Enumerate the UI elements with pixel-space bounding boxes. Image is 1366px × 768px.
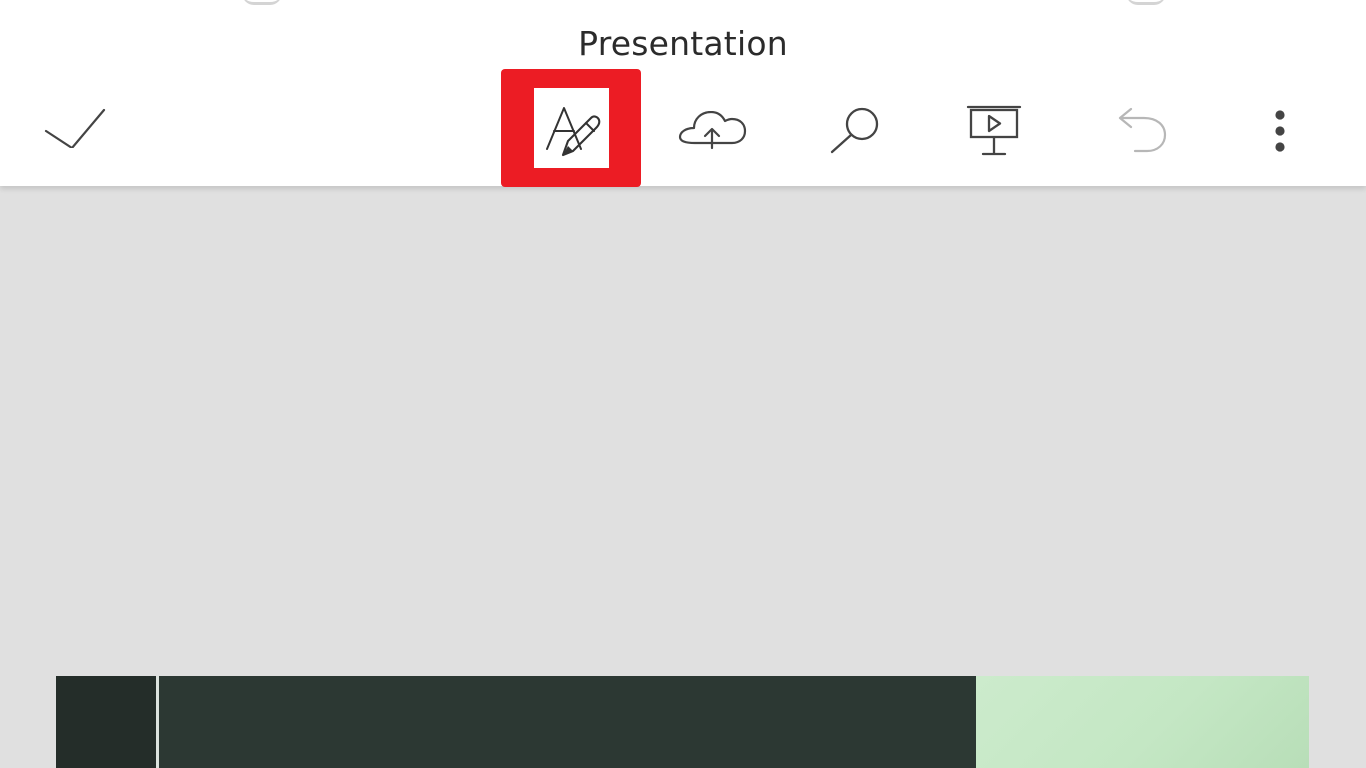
status-bar-fragment — [242, 0, 282, 5]
slide-dark-panel — [159, 676, 976, 768]
format-button[interactable] — [501, 69, 641, 187]
done-button[interactable] — [34, 96, 116, 160]
slide-preview[interactable] — [56, 676, 1309, 768]
cloud-upload-icon — [678, 111, 747, 150]
document-title: Presentation — [578, 24, 788, 63]
search-icon — [830, 107, 879, 154]
slide-dark-strip — [56, 676, 156, 768]
text-format-pencil-icon — [546, 107, 601, 157]
slide-green-panel — [976, 676, 1309, 768]
upload-button[interactable] — [670, 96, 754, 166]
present-button[interactable] — [952, 96, 1036, 166]
toolbar-header: Presentation — [0, 0, 1366, 187]
undo-button[interactable] — [1096, 96, 1180, 166]
more-options-button[interactable] — [1255, 96, 1305, 166]
presentation-app: Presentation — [0, 0, 1366, 768]
undo-icon — [1118, 107, 1167, 153]
more-vertical-icon — [1275, 110, 1285, 152]
format-icon-background — [533, 88, 609, 168]
search-button[interactable] — [814, 96, 894, 166]
checkmark-icon — [44, 108, 106, 148]
presentation-screen-icon — [966, 105, 1022, 156]
status-bar-fragment — [1126, 0, 1166, 5]
